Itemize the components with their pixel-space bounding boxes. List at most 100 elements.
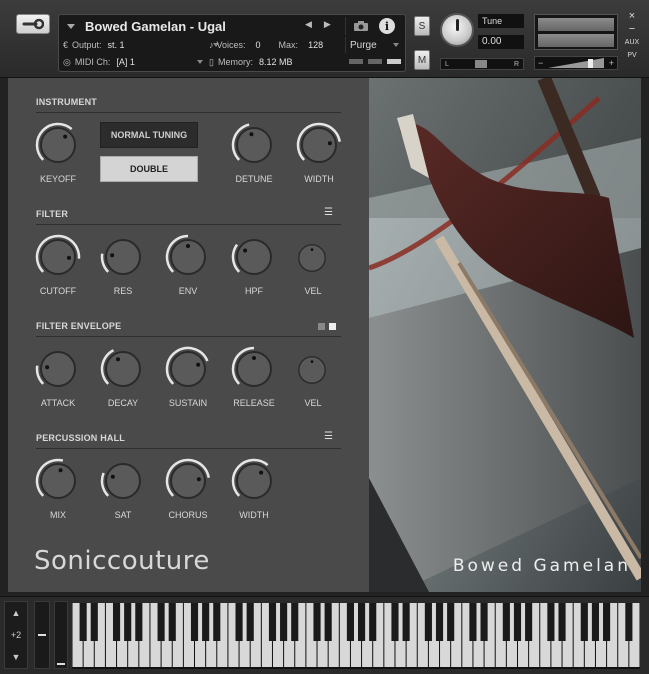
- percussion-hall-menu-icon[interactable]: ☰: [324, 431, 333, 442]
- tune-knob[interactable]: [440, 13, 474, 47]
- black-key[interactable]: [280, 603, 288, 641]
- snapshot-camera-button[interactable]: [345, 17, 375, 35]
- black-key[interactable]: [90, 603, 98, 641]
- minimize-button[interactable]: −: [622, 23, 642, 36]
- env-knob-control[interactable]: ENV: [160, 234, 216, 296]
- volume-slider[interactable]: − +: [534, 56, 618, 70]
- black-key[interactable]: [625, 603, 633, 641]
- detune-knob[interactable]: [231, 122, 277, 168]
- black-key[interactable]: [268, 603, 277, 641]
- cutoff-knob[interactable]: [35, 234, 81, 280]
- max-voices-value[interactable]: 128: [308, 40, 323, 50]
- black-key[interactable]: [190, 603, 199, 641]
- env-vel-knob-control[interactable]: VEL: [285, 346, 341, 408]
- chorus-knob-control[interactable]: CHORUS: [160, 458, 216, 520]
- release-knob[interactable]: [231, 346, 277, 392]
- mod-wheel[interactable]: [54, 601, 68, 669]
- env-knob[interactable]: [165, 234, 211, 280]
- mute-button[interactable]: M: [414, 50, 430, 70]
- black-key[interactable]: [202, 603, 210, 641]
- env-vel-knob[interactable]: [296, 354, 328, 386]
- filter-vel-knob-control[interactable]: VEL: [285, 234, 341, 296]
- res-knob[interactable]: [100, 234, 146, 280]
- octave-down-arrow-icon[interactable]: ▼: [12, 652, 21, 662]
- mix-knob[interactable]: [35, 458, 81, 504]
- sustain-knob[interactable]: [165, 346, 211, 392]
- filter-menu-icon[interactable]: ☰: [324, 207, 333, 218]
- black-key[interactable]: [513, 603, 522, 641]
- ph-width-knob[interactable]: [231, 458, 277, 504]
- black-key[interactable]: [124, 603, 132, 641]
- black-key[interactable]: [447, 603, 455, 641]
- black-key[interactable]: [547, 603, 555, 641]
- black-key[interactable]: [324, 603, 332, 641]
- sat-knob-control[interactable]: SAT: [95, 458, 151, 520]
- black-key[interactable]: [558, 603, 566, 641]
- black-key[interactable]: [157, 603, 165, 641]
- detune-knob-control[interactable]: DETUNE: [226, 122, 282, 184]
- output-row[interactable]: € Output: st. 1: [63, 38, 219, 52]
- attack-knob[interactable]: [35, 346, 81, 392]
- attack-knob-control[interactable]: ATTACK: [30, 346, 86, 408]
- black-key[interactable]: [358, 603, 366, 641]
- black-key[interactable]: [346, 603, 354, 641]
- release-knob-control[interactable]: RELEASE: [226, 346, 282, 408]
- solo-button[interactable]: S: [414, 16, 430, 36]
- black-key[interactable]: [391, 603, 399, 641]
- keyoff-knob-control[interactable]: KEYOFF: [30, 122, 86, 184]
- black-key[interactable]: [435, 603, 444, 641]
- chorus-knob[interactable]: [165, 458, 211, 504]
- output-value[interactable]: st. 1: [108, 40, 125, 50]
- black-key[interactable]: [424, 603, 432, 641]
- ph-width-knob-control[interactable]: WIDTH: [226, 458, 282, 520]
- pitch-bend-wheel[interactable]: [34, 601, 50, 669]
- envelope-toggle[interactable]: [318, 323, 336, 330]
- black-key[interactable]: [246, 603, 254, 641]
- envelope-toggle-on[interactable]: [329, 323, 336, 330]
- double-button[interactable]: DOUBLE: [100, 156, 198, 182]
- hpf-knob[interactable]: [231, 234, 277, 280]
- tune-value[interactable]: 0.00: [478, 35, 524, 49]
- black-key[interactable]: [79, 603, 87, 641]
- pv-button[interactable]: PV: [622, 49, 642, 62]
- collapse-triangle-icon[interactable]: [67, 23, 75, 29]
- width-knob-control[interactable]: WIDTH: [291, 122, 347, 184]
- black-key[interactable]: [480, 603, 488, 641]
- black-key[interactable]: [168, 603, 176, 641]
- normal-tuning-button[interactable]: NORMAL TUNING: [100, 122, 198, 148]
- envelope-toggle-off[interactable]: [318, 323, 325, 330]
- black-key[interactable]: [291, 603, 299, 641]
- black-key[interactable]: [603, 603, 611, 641]
- black-key[interactable]: [369, 603, 377, 641]
- next-instrument-arrow-icon[interactable]: ▶: [324, 19, 331, 30]
- midi-dropdown-icon[interactable]: [196, 60, 203, 64]
- black-key[interactable]: [135, 603, 143, 641]
- octave-up-arrow-icon[interactable]: ▲: [12, 608, 21, 618]
- sustain-knob-control[interactable]: SUSTAIN: [160, 346, 216, 408]
- black-key[interactable]: [591, 603, 600, 641]
- filter-vel-knob[interactable]: [296, 242, 328, 274]
- midi-value[interactable]: [A] 1: [116, 57, 135, 67]
- black-key[interactable]: [525, 603, 533, 641]
- pan-slider[interactable]: L R: [440, 58, 524, 70]
- mix-knob-control[interactable]: MIX: [30, 458, 86, 520]
- black-key[interactable]: [469, 603, 477, 641]
- width-knob[interactable]: [296, 122, 342, 168]
- black-key[interactable]: [402, 603, 410, 641]
- black-key[interactable]: [213, 603, 221, 641]
- purge-dropdown[interactable]: Purge: [345, 37, 405, 53]
- piano-keyboard[interactable]: [72, 603, 640, 669]
- info-icon[interactable]: i: [379, 18, 395, 34]
- cutoff-knob-control[interactable]: CUTOFF: [30, 234, 86, 296]
- prev-instrument-arrow-icon[interactable]: ◀: [305, 19, 312, 30]
- res-knob-control[interactable]: RES: [95, 234, 151, 296]
- hpf-knob-control[interactable]: HPF: [226, 234, 282, 296]
- close-button[interactable]: ×: [622, 10, 642, 23]
- pan-handle[interactable]: [475, 60, 488, 68]
- black-key[interactable]: [502, 603, 510, 641]
- black-key[interactable]: [580, 603, 588, 641]
- black-key[interactable]: [313, 603, 321, 641]
- keyoff-knob[interactable]: [35, 122, 81, 168]
- aux-button[interactable]: AUX: [622, 36, 642, 49]
- midi-row[interactable]: ◎ MIDI Ch: [A] 1: [63, 55, 203, 69]
